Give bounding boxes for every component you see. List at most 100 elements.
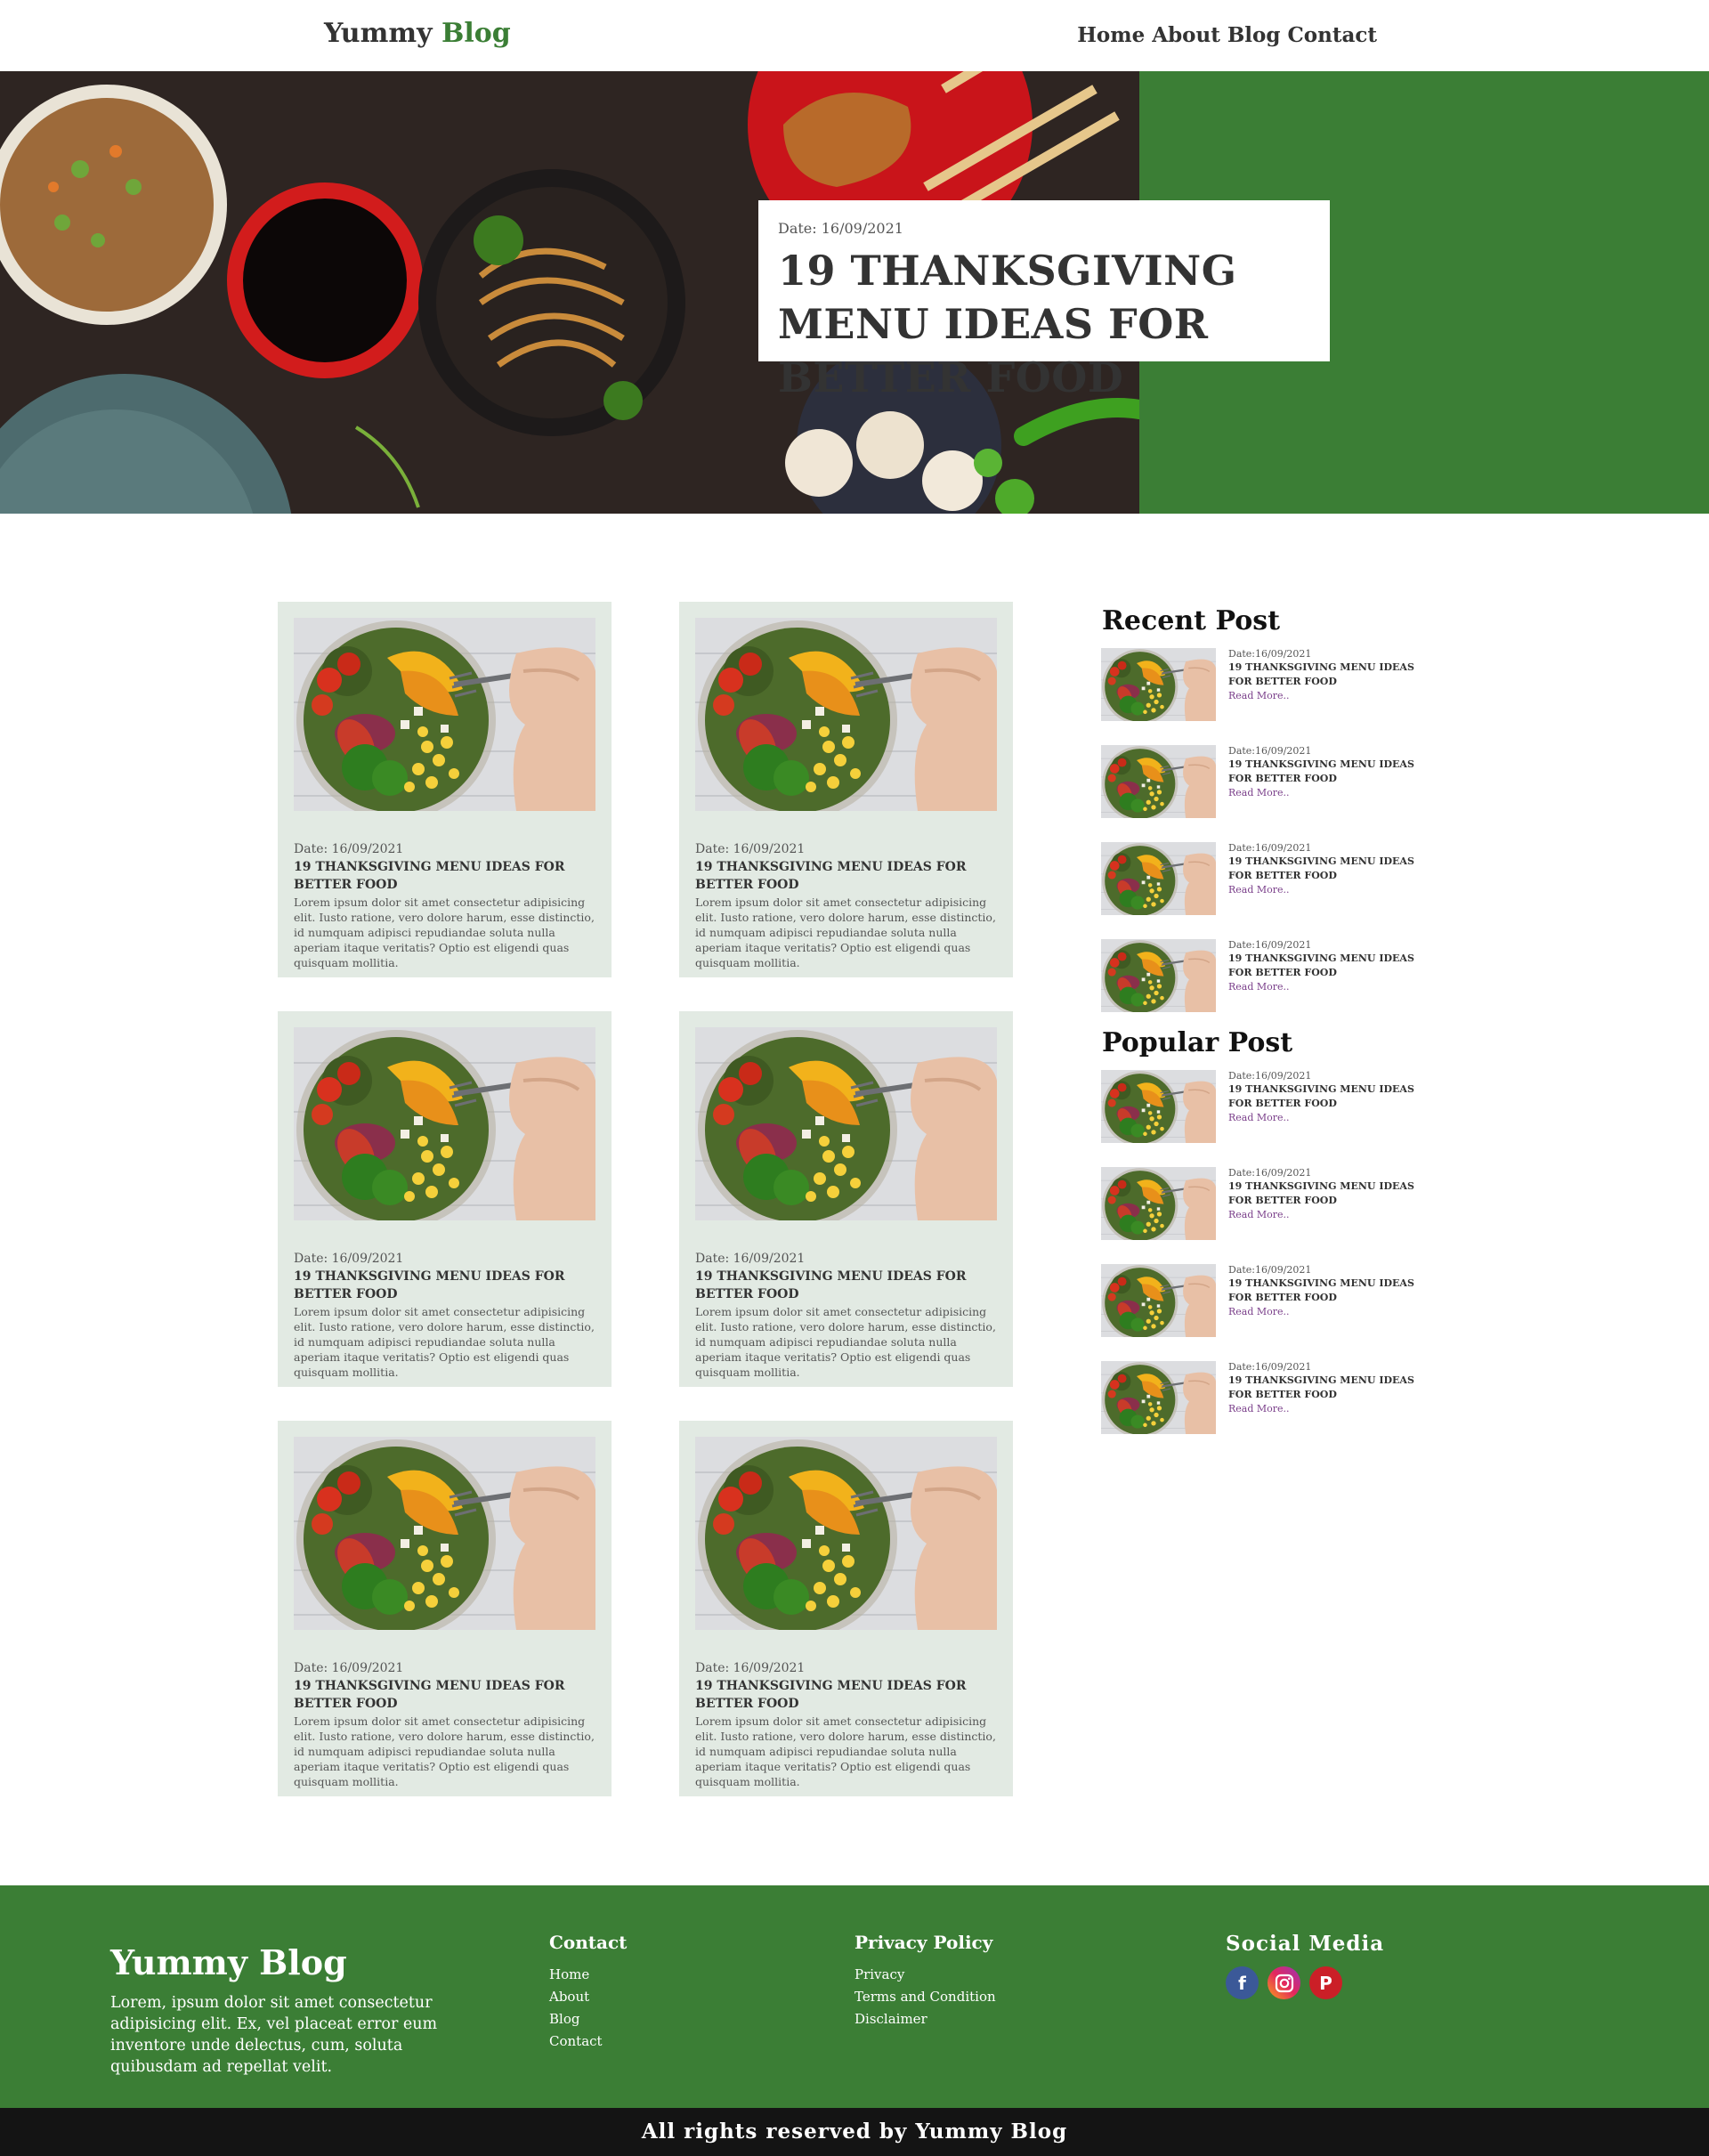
post-date: Date: 16/09/2021 (695, 1252, 806, 1266)
popular-post-thumbnail[interactable] (1101, 1264, 1216, 1337)
hero-featured-card[interactable]: Date: 16/09/2021 19 THANKSGIVING MENU ID… (758, 200, 1330, 401)
post-thumbnail[interactable] (294, 1437, 595, 1630)
post-title[interactable]: 19 THANKSGIVING MENU IDEAS FOR BETTER FO… (294, 858, 601, 894)
footer-link-terms[interactable]: Terms and Condition (854, 1986, 996, 2008)
recent-post-date: Date:16/09/2021 (1228, 939, 1312, 951)
popular-post-thumbnail[interactable] (1101, 1167, 1216, 1240)
popular-post-thumbnail[interactable] (1101, 1361, 1216, 1434)
recent-post-thumbnail[interactable] (1101, 939, 1216, 1012)
recent-post-date: Date:16/09/2021 (1228, 745, 1312, 757)
post-date: Date: 16/09/2021 (294, 1661, 404, 1675)
read-more-link[interactable]: Read More.. (1228, 1305, 1433, 1319)
hero-title[interactable]: 19 THANKSGIVING MENU IDEAS FOR BETTER FO… (778, 244, 1310, 404)
footer-link-privacy[interactable]: Privacy (854, 1964, 996, 1986)
post-title[interactable]: 19 THANKSGIVING MENU IDEAS FOR BETTER FO… (294, 1268, 601, 1303)
recent-post-title[interactable]: 19 THANKSGIVING MENU IDEAS FOR BETTER FO… (1228, 758, 1433, 786)
post-thumbnail[interactable] (695, 1027, 997, 1220)
footer-link-about[interactable]: About (549, 1986, 627, 2008)
footer-contact-column: Contact Home About Blog Contact (549, 1932, 627, 2053)
post-excerpt: Lorem ipsum dolor sit amet consectetur a… (294, 1714, 595, 1788)
post-thumbnail[interactable] (294, 1027, 595, 1220)
footer-logo[interactable]: Yummy Blog (110, 1942, 347, 1982)
read-more-link[interactable]: Read More.. (1228, 1111, 1433, 1125)
copyright-bar: All rights reserved by Yummy Blog (0, 2108, 1709, 2156)
popular-post-item[interactable]: Date:16/09/2021 19 THANKSGIVING MENU IDE… (1101, 1361, 1439, 1434)
popular-post-item[interactable]: Date:16/09/2021 19 THANKSGIVING MENU IDE… (1101, 1167, 1439, 1240)
post-date: Date: 16/09/2021 (294, 842, 404, 856)
recent-post-item[interactable]: Date:16/09/2021 19 THANKSGIVING MENU IDE… (1101, 745, 1439, 818)
read-more-link[interactable]: Read More.. (1228, 786, 1433, 800)
post-card[interactable]: Date: 16/09/2021 19 THANKSGIVING MENU ID… (278, 1011, 612, 1387)
read-more-link[interactable]: Read More.. (1228, 689, 1433, 703)
post-thumbnail[interactable] (695, 1437, 997, 1630)
site-footer: Yummy Blog Lorem, ipsum dolor sit amet c… (0, 1885, 1709, 2108)
hero-date: Date: 16/09/2021 (778, 220, 903, 237)
popular-post-title[interactable]: 19 THANKSGIVING MENU IDEAS FOR BETTER FO… (1228, 1179, 1433, 1208)
recent-post-item[interactable]: Date:16/09/2021 19 THANKSGIVING MENU IDE… (1101, 842, 1439, 915)
post-excerpt: Lorem ipsum dolor sit amet consectetur a… (695, 1305, 996, 1379)
post-title[interactable]: 19 THANKSGIVING MENU IDEAS FOR BETTER FO… (695, 858, 1002, 894)
footer-link-disclaimer[interactable]: Disclaimer (854, 2008, 996, 2030)
recent-post-title[interactable]: 19 THANKSGIVING MENU IDEAS FOR BETTER FO… (1228, 661, 1433, 689)
popular-post-date: Date:16/09/2021 (1228, 1361, 1312, 1373)
popular-post-date: Date:16/09/2021 (1228, 1264, 1312, 1276)
post-card[interactable]: Date: 16/09/2021 19 THANKSGIVING MENU ID… (679, 1421, 1013, 1796)
footer-link-blog[interactable]: Blog (549, 2008, 627, 2030)
post-card[interactable]: Date: 16/09/2021 19 THANKSGIVING MENU ID… (679, 602, 1013, 977)
facebook-icon[interactable]: f (1226, 1966, 1259, 1999)
read-more-link[interactable]: Read More.. (1228, 1208, 1433, 1222)
nav-about[interactable]: About (1152, 23, 1220, 47)
footer-link-contact[interactable]: Contact (549, 2030, 627, 2053)
post-excerpt: Lorem ipsum dolor sit amet consectetur a… (294, 896, 595, 969)
read-more-link[interactable]: Read More.. (1228, 980, 1433, 994)
recent-post-thumbnail[interactable] (1101, 745, 1216, 818)
post-date: Date: 16/09/2021 (294, 1252, 404, 1266)
popular-post-date: Date:16/09/2021 (1228, 1070, 1312, 1082)
footer-privacy-column: Privacy Policy Privacy Terms and Conditi… (854, 1932, 996, 2030)
recent-post-item[interactable]: Date:16/09/2021 19 THANKSGIVING MENU IDE… (1101, 939, 1439, 1012)
post-thumbnail[interactable] (294, 618, 595, 811)
post-thumbnail[interactable] (695, 618, 997, 811)
recent-post-item[interactable]: Date:16/09/2021 19 THANKSGIVING MENU IDE… (1101, 648, 1439, 721)
popular-post-thumbnail[interactable] (1101, 1070, 1216, 1143)
popular-post-title[interactable]: 19 THANKSGIVING MENU IDEAS FOR BETTER FO… (1228, 1277, 1433, 1305)
footer-privacy-heading: Privacy Policy (854, 1932, 993, 1953)
post-title[interactable]: 19 THANKSGIVING MENU IDEAS FOR BETTER FO… (294, 1677, 601, 1713)
read-more-link[interactable]: Read More.. (1228, 883, 1433, 897)
post-excerpt: Lorem ipsum dolor sit amet consectetur a… (695, 896, 996, 969)
post-title[interactable]: 19 THANKSGIVING MENU IDEAS FOR BETTER FO… (695, 1677, 1002, 1713)
social-media-heading: Social Media (1226, 1932, 1385, 1956)
popular-post-item[interactable]: Date:16/09/2021 19 THANKSGIVING MENU IDE… (1101, 1070, 1439, 1143)
popular-post-heading: Popular Post (1102, 1027, 1293, 1058)
site-logo[interactable]: Yummy Blog (324, 18, 511, 49)
read-more-link[interactable]: Read More.. (1228, 1402, 1433, 1416)
hero-section: Date: 16/09/2021 19 THANKSGIVING MENU ID… (0, 71, 1709, 514)
pinterest-icon[interactable]: P (1309, 1966, 1342, 1999)
post-card[interactable]: Date: 16/09/2021 19 THANKSGIVING MENU ID… (679, 1011, 1013, 1387)
logo-accent: Blog (441, 18, 511, 49)
footer-contact-heading: Contact (549, 1932, 628, 1953)
post-title[interactable]: 19 THANKSGIVING MENU IDEAS FOR BETTER FO… (695, 1268, 1002, 1303)
logo-main: Yummy (324, 18, 433, 49)
popular-post-item[interactable]: Date:16/09/2021 19 THANKSGIVING MENU IDE… (1101, 1264, 1439, 1337)
nav-contact[interactable]: Contact (1287, 23, 1377, 47)
post-card[interactable]: Date: 16/09/2021 19 THANKSGIVING MENU ID… (278, 602, 612, 977)
recent-post-thumbnail[interactable] (1101, 648, 1216, 721)
popular-post-title[interactable]: 19 THANKSGIVING MENU IDEAS FOR BETTER FO… (1228, 1082, 1433, 1111)
footer-link-home[interactable]: Home (549, 1964, 627, 1986)
nav-home[interactable]: Home (1077, 23, 1145, 47)
post-date: Date: 16/09/2021 (695, 842, 806, 856)
recent-post-thumbnail[interactable] (1101, 842, 1216, 915)
recent-post-date: Date:16/09/2021 (1228, 842, 1312, 854)
post-date: Date: 16/09/2021 (695, 1661, 806, 1675)
popular-post-date: Date:16/09/2021 (1228, 1167, 1312, 1179)
instagram-icon[interactable] (1268, 1966, 1300, 1999)
recent-post-title[interactable]: 19 THANKSGIVING MENU IDEAS FOR BETTER FO… (1228, 952, 1433, 980)
post-card[interactable]: Date: 16/09/2021 19 THANKSGIVING MENU ID… (278, 1421, 612, 1796)
recent-post-heading: Recent Post (1102, 605, 1280, 636)
popular-post-title[interactable]: 19 THANKSGIVING MENU IDEAS FOR BETTER FO… (1228, 1374, 1433, 1402)
recent-post-date: Date:16/09/2021 (1228, 648, 1312, 660)
nav-blog[interactable]: Blog (1227, 23, 1281, 47)
recent-post-title[interactable]: 19 THANKSGIVING MENU IDEAS FOR BETTER FO… (1228, 855, 1433, 883)
post-excerpt: Lorem ipsum dolor sit amet consectetur a… (695, 1714, 996, 1788)
